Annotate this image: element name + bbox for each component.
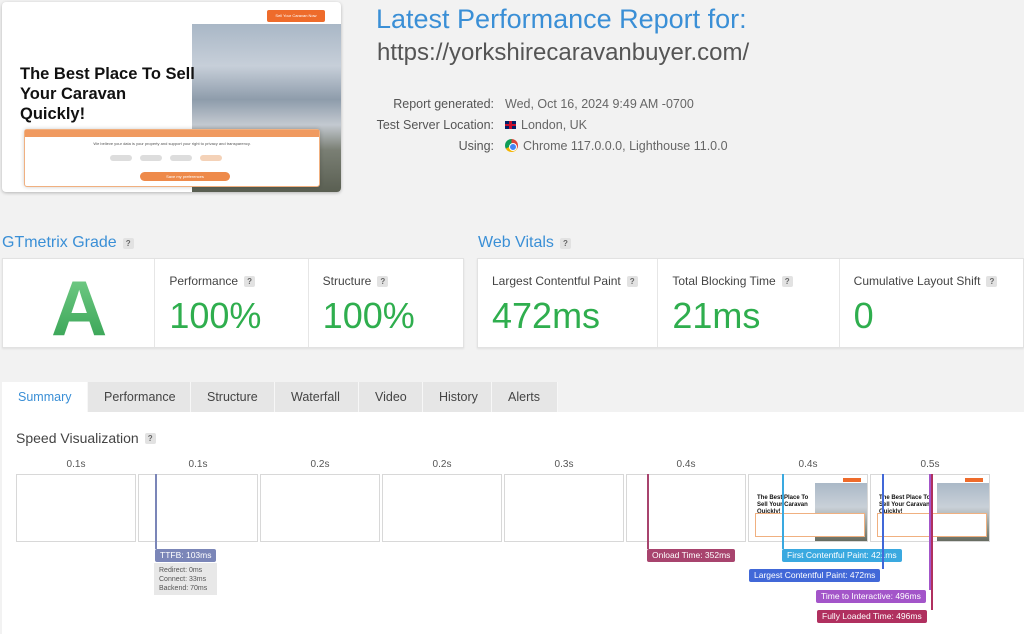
meta-value: Wed, Oct 16, 2024 9:49 AM -0700: [505, 96, 694, 111]
meta-label: Using:: [458, 138, 494, 153]
cls-value: 0: [853, 295, 874, 336]
filmstrip-frame[interactable]: [626, 474, 746, 542]
tbt-cell: Total Blocking Time? 21ms: [658, 259, 840, 347]
filmstrip-frame[interactable]: The Best Place To Sell Your Caravan Quic…: [748, 474, 868, 542]
frame-time: 0.4s: [798, 459, 818, 470]
performance-value: 100%: [169, 295, 262, 336]
tbt-label: Total Blocking Time: [672, 274, 776, 288]
onload-line: [647, 474, 649, 549]
grade-card: A Performance? 100% Structure? 100%: [2, 258, 464, 352]
structure-cell: Structure? 100%: [309, 259, 463, 347]
chrome-icon: [505, 139, 518, 152]
ttfb-marker[interactable]: TTFB: 103ms: [155, 549, 217, 562]
filmstrip-frame[interactable]: [16, 474, 136, 542]
speed-visualization-title: Speed Visualization?: [16, 430, 156, 446]
structure-label: Structure: [322, 274, 372, 288]
filmstrip-frame[interactable]: [260, 474, 380, 542]
frame-time: 0.5s: [920, 459, 940, 470]
tab-video[interactable]: Video: [359, 382, 423, 412]
report-title: Latest Performance Report for:: [376, 4, 747, 34]
vitals-card: Largest Contentful Paint? 472ms Total Bl…: [477, 258, 1024, 348]
meta-value: London, UK: [505, 118, 587, 132]
thumbnail-headline: The Best Place To Sell Your Caravan Quic…: [20, 65, 195, 123]
thumbnail-consent-button: Save my preferences: [140, 172, 230, 181]
performance-label: Performance: [169, 274, 239, 288]
frame-time: 0.2s: [310, 459, 330, 470]
meta-row-generated: Report generated: Wed, Oct 16, 2024 9:49…: [330, 93, 970, 114]
filmstrip-frame[interactable]: [382, 474, 502, 542]
page-screenshot-thumbnail[interactable]: Sell Your Caravan Now The Best Place To …: [2, 2, 341, 192]
meta-label: Test Server Location:: [376, 117, 494, 132]
help-icon[interactable]: ?: [122, 237, 134, 249]
gtmetrix-grade-title: GTmetrix Grade?: [2, 234, 134, 252]
grade-letter: A: [51, 264, 108, 352]
fcp-line: [782, 474, 784, 549]
frame-time: 0.1s: [188, 459, 208, 470]
help-icon[interactable]: ?: [377, 275, 389, 287]
fully-loaded-marker[interactable]: Fully Loaded Time: 496ms: [817, 610, 927, 623]
meta-row-using: Using: Chrome 117.0.0.0, Lighthouse 11.0…: [330, 135, 970, 156]
thumbnail-consent-dialog: We believe your data is your property an…: [24, 129, 320, 187]
performance-cell: Performance? 100%: [155, 259, 309, 347]
cls-cell: Cumulative Layout Shift? 0: [840, 259, 1023, 347]
help-icon[interactable]: ?: [559, 237, 571, 249]
meta-label: Report generated:: [393, 96, 494, 111]
ttfb-redirect: Redirect: 0ms: [159, 567, 203, 574]
help-icon[interactable]: ?: [781, 275, 793, 287]
report-tabs: Summary Performance Structure Waterfall …: [2, 382, 558, 412]
ttfb-backend: Backend: 70ms: [159, 585, 208, 592]
lcp-line: [882, 474, 884, 569]
grade-cell: A: [3, 259, 156, 352]
structure-value: 100%: [322, 295, 415, 336]
report-meta: Report generated: Wed, Oct 16, 2024 9:49…: [330, 93, 970, 156]
lcp-value: 472ms: [492, 295, 601, 336]
frame-time: 0.2s: [432, 459, 452, 470]
help-icon[interactable]: ?: [144, 432, 156, 444]
cls-label: Cumulative Layout Shift: [853, 274, 981, 288]
web-vitals-title: Web Vitals?: [478, 234, 571, 252]
tab-summary[interactable]: Summary: [2, 382, 88, 412]
lcp-marker[interactable]: Largest Contentful Paint: 472ms: [749, 569, 881, 582]
thumbnail-cta: Sell Your Caravan Now: [267, 10, 325, 22]
lcp-cell: Largest Contentful Paint? 472ms: [478, 259, 659, 347]
tab-waterfall[interactable]: Waterfall: [275, 382, 359, 412]
help-icon[interactable]: ?: [626, 275, 638, 287]
tab-history[interactable]: History: [423, 382, 492, 412]
onload-marker[interactable]: Onload Time: 352ms: [647, 549, 736, 562]
ttfb-details: Redirect: 0ms Connect: 33ms Backend: 70m…: [154, 563, 217, 595]
tab-alerts[interactable]: Alerts: [492, 382, 558, 412]
uk-flag-icon: [505, 120, 516, 129]
tab-performance[interactable]: Performance: [88, 382, 191, 412]
ttfb-line: [155, 474, 157, 549]
meta-value: Chrome 117.0.0.0, Lighthouse 11.0.0: [505, 139, 728, 153]
frame-time: 0.3s: [554, 459, 574, 470]
fcp-marker[interactable]: First Contentful Paint: 421ms: [782, 549, 902, 562]
lcp-label: Largest Contentful Paint: [492, 274, 621, 288]
thumbnail-consent-text: We believe your data is your property an…: [93, 141, 251, 146]
tbt-value: 21ms: [672, 295, 761, 336]
report-url[interactable]: https://yorkshirecaravanbuyer.com/: [377, 39, 749, 67]
filmstrip-frame[interactable]: [504, 474, 624, 542]
frame-time: 0.4s: [676, 459, 696, 470]
help-icon[interactable]: ?: [986, 275, 998, 287]
fully-loaded-line: [931, 474, 933, 610]
meta-row-location: Test Server Location: London, UK: [330, 114, 970, 135]
help-icon[interactable]: ?: [244, 275, 256, 287]
frame-time: 0.1s: [66, 459, 86, 470]
tti-marker[interactable]: Time to Interactive: 496ms: [816, 590, 926, 603]
tab-structure[interactable]: Structure: [191, 382, 275, 412]
ttfb-connect: Connect: 33ms: [159, 576, 207, 583]
